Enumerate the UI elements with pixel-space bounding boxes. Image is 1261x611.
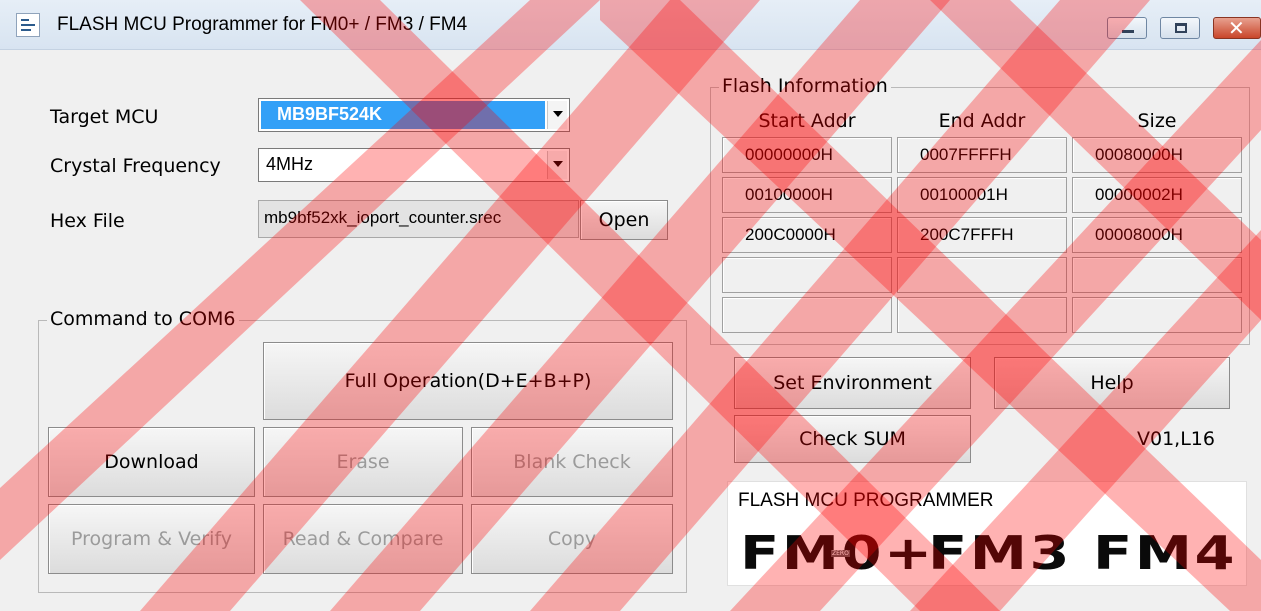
table-cell: 00008000H <box>1072 217 1242 253</box>
target-mcu-select[interactable]: MB9BF524K <box>258 98 570 132</box>
minimize-icon <box>1122 30 1134 33</box>
window-title: FLASH MCU Programmer for FM0+ / FM3 / FM… <box>57 14 468 35</box>
command-group-title: Command to COM6 <box>47 308 239 330</box>
crystal-frequency-label: Crystal Frequency <box>50 155 221 177</box>
app-icon <box>16 13 40 37</box>
minimize-button[interactable] <box>1107 17 1147 39</box>
hex-file-field[interactable]: mb9bf52xk_ioport_counter.srec <box>258 200 579 238</box>
maximize-button[interactable] <box>1160 17 1200 39</box>
version-label: V01,L16 <box>1137 428 1215 450</box>
column-header-end-addr: End Addr <box>938 110 1026 132</box>
fm-family-logo: FLASH MCU PROGRAMMER FM0+ ZERO FM3 FM4 <box>727 481 1247 586</box>
table-cell <box>897 257 1067 293</box>
check-sum-button[interactable]: Check SUM <box>734 415 971 463</box>
table-cell: 200C0000H <box>722 217 892 253</box>
logo-zero-mark: ZERO <box>831 550 850 557</box>
target-mcu-label: Target MCU <box>50 106 159 128</box>
table-cell <box>897 297 1067 333</box>
flash-information-title: Flash Information <box>719 75 891 97</box>
table-cell: 00000002H <box>1072 177 1242 213</box>
blank-check-button[interactable]: Blank Check <box>471 427 673 497</box>
table-cell <box>1072 297 1242 333</box>
table-cell <box>722 257 892 293</box>
chevron-down-icon[interactable] <box>547 101 567 129</box>
table-cell: 0007FFFFH <box>897 137 1067 173</box>
logo-fm4: FM4 <box>1093 526 1238 580</box>
table-cell: 200C7FFFH <box>897 217 1067 253</box>
help-button[interactable]: Help <box>994 357 1230 409</box>
download-button[interactable]: Download <box>48 427 255 497</box>
table-cell: 00080000H <box>1072 137 1242 173</box>
table-cell: 00000000H <box>722 137 892 173</box>
read-compare-button[interactable]: Read & Compare <box>263 504 463 574</box>
target-mcu-value: MB9BF524K <box>261 101 545 129</box>
copy-button[interactable]: Copy <box>471 504 673 574</box>
program-verify-button[interactable]: Program & Verify <box>48 504 255 574</box>
maximize-icon <box>1175 23 1187 33</box>
column-header-size: Size <box>1137 110 1177 132</box>
hex-file-label: Hex File <box>50 210 125 232</box>
table-cell: 00100000H <box>722 177 892 213</box>
set-environment-button[interactable]: Set Environment <box>734 357 971 409</box>
close-button[interactable]: ✕ <box>1213 16 1261 40</box>
full-operation-button[interactable]: Full Operation(D+E+B+P) <box>263 342 673 420</box>
erase-button[interactable]: Erase <box>263 427 463 497</box>
open-button[interactable]: Open <box>580 200 668 240</box>
logo-caption: FLASH MCU PROGRAMMER <box>738 490 994 511</box>
title-bar[interactable]: FLASH MCU Programmer for FM0+ / FM3 / FM… <box>0 0 1261 50</box>
table-cell <box>1072 257 1242 293</box>
column-header-start-addr: Start Addr <box>758 110 856 132</box>
close-icon: ✕ <box>1228 16 1245 40</box>
logo-fm3: FM3 <box>928 526 1073 580</box>
crystal-frequency-select[interactable]: 4MHz <box>258 148 570 182</box>
chevron-down-icon[interactable] <box>547 151 567 179</box>
programmer-window: FLASH MCU Programmer for FM0+ / FM3 / FM… <box>0 0 1261 611</box>
table-cell: 00100001H <box>897 177 1067 213</box>
crystal-frequency-value: 4MHz <box>266 154 314 174</box>
table-cell <box>722 297 892 333</box>
